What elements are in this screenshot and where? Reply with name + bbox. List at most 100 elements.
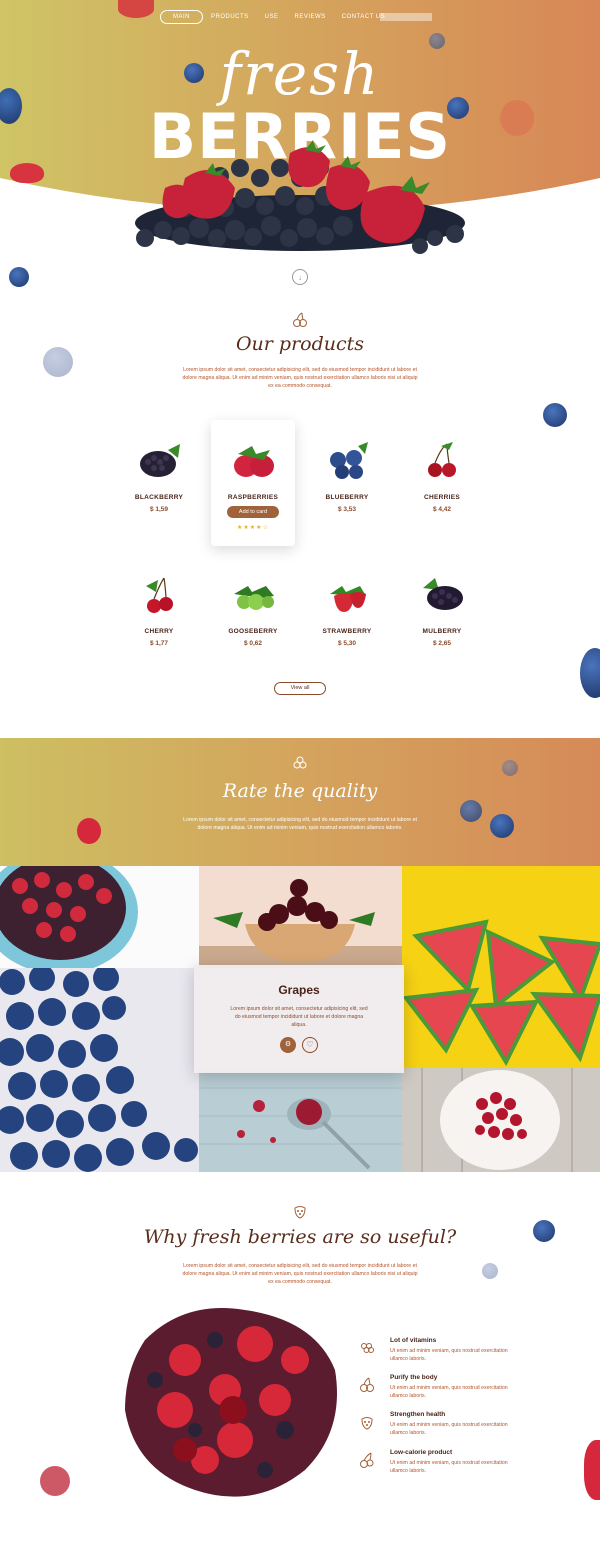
products-description: Lorem ipsum dolor sit amet, consectetur … — [182, 367, 418, 389]
card-title: Grapes — [278, 983, 320, 997]
watermelon-photo[interactable] — [402, 866, 600, 1068]
product-price: $ 5,30 — [337, 640, 357, 647]
strawberry-decoration — [500, 100, 534, 136]
product-card[interactable]: CHERRY $ 1,77 — [117, 554, 201, 678]
raspberry-decoration — [77, 818, 101, 844]
hero-section: MAIN PRODUCTS USE REVIEWS CONTACT US fre… — [0, 0, 600, 300]
benefit-text: Ut enim ad minim veniam, quis nostrud ex… — [390, 1422, 508, 1436]
blueberry-decoration — [447, 97, 469, 119]
product-name: BLACKBERRY — [134, 494, 184, 501]
why-title: Why fresh berries are so useful? — [143, 1226, 457, 1248]
hero-script-title: fresh — [219, 40, 381, 108]
product-card[interactable]: BLACKBERRY $ 1,59 — [117, 420, 201, 544]
favorite-button[interactable]: ♡ — [302, 1037, 318, 1053]
product-price: $ 4,42 — [432, 506, 452, 513]
product-price: $ 1,59 — [149, 506, 169, 513]
card-description: Lorem ipsum dolor sit amet, consectetur … — [230, 1006, 368, 1028]
cart-icon: ⚙ — [284, 1041, 292, 1048]
nav-products[interactable]: PRODUCTS — [203, 11, 257, 23]
add-to-cart-button[interactable]: ⚙ — [280, 1037, 296, 1053]
products-title: Our products — [235, 333, 365, 355]
product-card[interactable]: MULBERRY $ 2,65 — [400, 554, 484, 678]
benefit-item: Strengthen health Ut enim ad minim venia… — [358, 1411, 508, 1445]
cherries-image — [428, 442, 456, 477]
benefit-title: Purify the body — [390, 1374, 438, 1381]
grapes-icon — [361, 1343, 374, 1353]
benefit-text: Ut enim ad minim veniam, quis nostrud ex… — [390, 1348, 508, 1362]
rate-title: Rate the quality — [222, 780, 378, 802]
nav-reviews[interactable]: REVIEWS — [287, 11, 334, 23]
strawberry-image — [330, 586, 366, 612]
product-name: STRAWBERRY — [322, 628, 372, 635]
benefit-title: Low-calorie product — [390, 1449, 453, 1456]
strawberry-decoration — [584, 1440, 600, 1500]
blueberry-decoration — [184, 63, 204, 83]
product-card[interactable]: CHERRIES $ 4,42 — [400, 420, 484, 544]
product-price: $ 2,65 — [432, 640, 452, 647]
blueberries-photo[interactable] — [0, 968, 199, 1172]
blueberry-decoration — [502, 760, 518, 776]
blueberry-decoration — [533, 1220, 555, 1242]
cherry-image — [146, 577, 173, 613]
blueberry-decoration — [543, 403, 567, 427]
benefit-item: Low-calorie product Ut enim ad minim ven… — [358, 1449, 508, 1483]
raspberries-bowl-photo[interactable] — [0, 866, 199, 968]
blackberry-image — [140, 444, 180, 477]
search-input[interactable] — [380, 13, 432, 21]
blueberry-decoration — [460, 800, 482, 822]
benefit-item: Purify the body Ut enim ad minim veniam,… — [358, 1374, 508, 1408]
product-name: BLUEBERRY — [325, 494, 369, 501]
blueberry-decoration — [580, 648, 600, 698]
nav-use[interactable]: USE — [257, 11, 287, 23]
benefit-text: Ut enim ad minim veniam, quis nostrud ex… — [390, 1385, 508, 1399]
blueberry-image — [330, 442, 368, 479]
mixed-berries-image — [125, 1308, 337, 1497]
benefit-item: Lot of vitamins Ut enim ad minim veniam,… — [358, 1337, 508, 1371]
currants-plate-photo[interactable] — [402, 1068, 600, 1172]
rate-description: Lorem ipsum dolor sit amet, consectetur … — [183, 817, 417, 831]
product-card-featured[interactable]: RASPBERRIES Add to card ★★★★☆ — [211, 420, 295, 546]
product-name: CHERRY — [144, 628, 174, 635]
product-name: CHERRIES — [424, 494, 460, 501]
blueberry-decoration — [482, 1263, 498, 1279]
cherries-icon — [360, 1377, 374, 1392]
scroll-down-button[interactable]: ↓ — [292, 269, 308, 285]
cherry-icon — [360, 1452, 374, 1468]
mulberry-image — [423, 578, 463, 610]
raspberry-icon — [361, 1417, 373, 1430]
raspberry-image — [234, 446, 274, 477]
product-card[interactable]: STRAWBERRY $ 5,30 — [305, 554, 389, 678]
raspberry-icon — [294, 1206, 306, 1219]
heart-icon: ♡ — [306, 1040, 314, 1049]
product-name: GOOSEBERRY — [228, 628, 278, 635]
benefit-title: Lot of vitamins — [390, 1337, 437, 1344]
cherry-decoration — [40, 1466, 70, 1496]
add-to-cart-button[interactable]: Add to card — [227, 506, 279, 518]
berries-spoon-photo[interactable] — [199, 1068, 402, 1172]
cherries-icon — [293, 312, 307, 327]
arrow-down-icon: ↓ — [298, 272, 302, 282]
blueberry-decoration — [429, 33, 445, 49]
benefit-text: Ut enim ad minim veniam, quis nostrud ex… — [390, 1460, 508, 1474]
cherries-bowl-photo[interactable] — [199, 866, 402, 968]
benefit-title: Strengthen health — [390, 1411, 446, 1418]
product-card[interactable]: GOOSEBERRY $ 0,62 — [211, 554, 295, 678]
main-nav: MAIN PRODUCTS USE REVIEWS CONTACT US — [160, 10, 393, 24]
product-card[interactable]: BLUEBERRY $ 3,53 — [305, 420, 389, 544]
hero-berries-image — [135, 140, 465, 254]
grapes-rating-card: Grapes Lorem ipsum dolor sit amet, conse… — [194, 965, 404, 1073]
product-price: $ 1,77 — [149, 640, 169, 647]
why-description: Lorem ipsum dolor sit amet, consectetur … — [182, 1263, 418, 1285]
view-all-button[interactable]: View all — [274, 682, 326, 695]
rating-stars[interactable]: ★★★★☆ — [211, 524, 295, 531]
strawberry-decoration — [10, 163, 44, 183]
product-name: MULBERRY — [422, 628, 462, 635]
product-price: $ 0,62 — [243, 640, 263, 647]
blueberry-decoration — [9, 267, 29, 287]
strawberry-decoration — [118, 0, 154, 18]
gooseberry-image — [234, 586, 274, 610]
berries-icon — [293, 756, 307, 769]
nav-main[interactable]: MAIN — [160, 10, 203, 24]
blueberry-decoration — [490, 814, 514, 838]
product-price: $ 3,53 — [337, 506, 357, 513]
